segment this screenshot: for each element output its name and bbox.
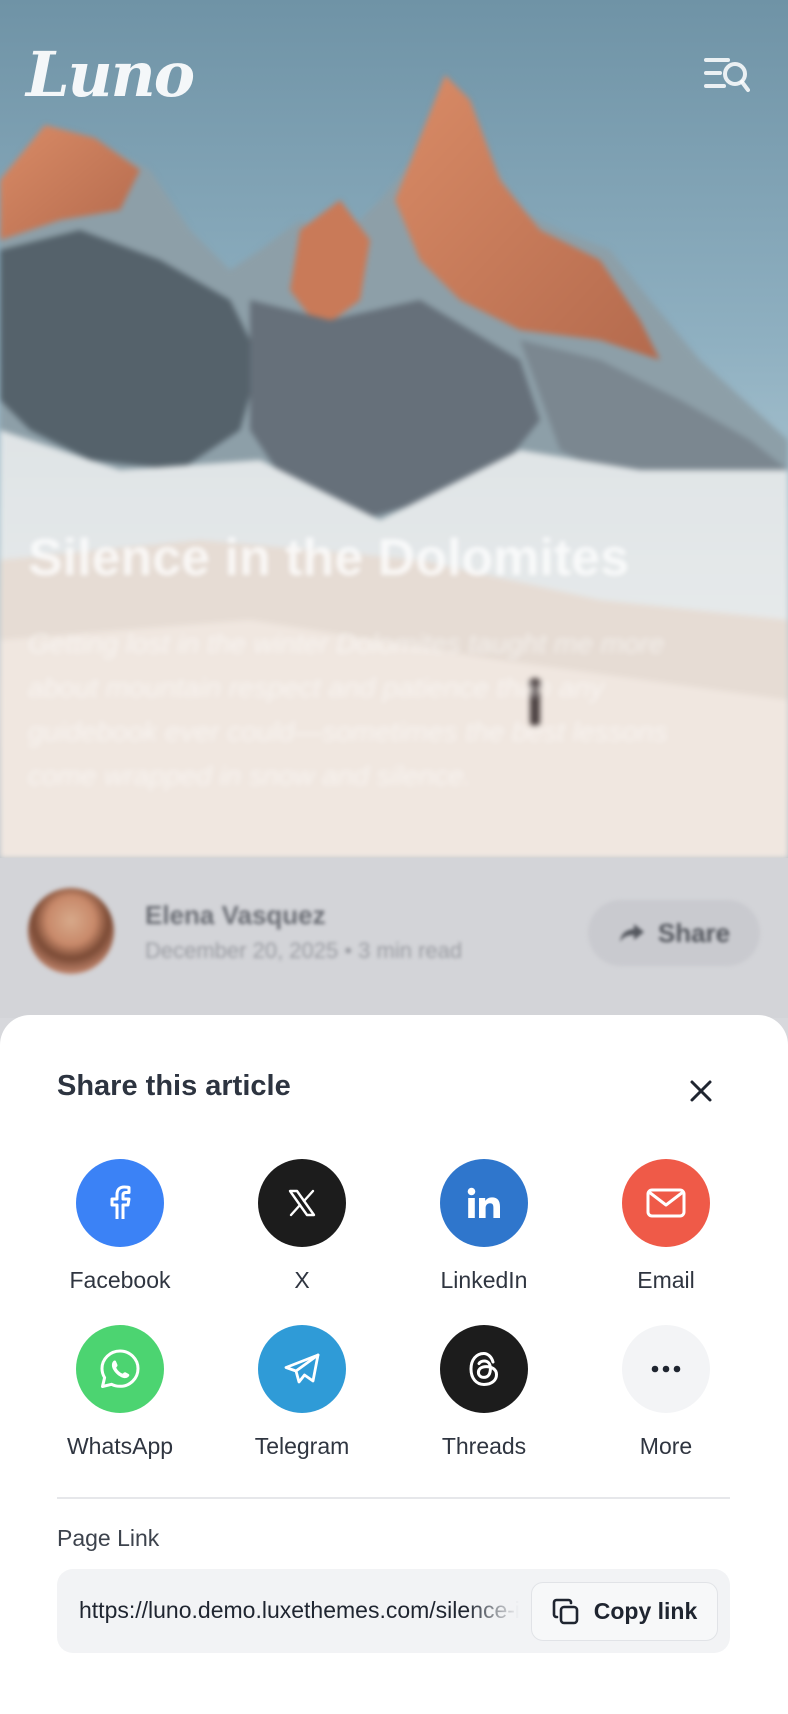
author-name: Elena Vasquez [145, 900, 326, 930]
more-icon [622, 1325, 710, 1413]
share-option-label: LinkedIn [440, 1267, 528, 1293]
share-option-facebook[interactable]: Facebook [40, 1159, 200, 1294]
share-option-email[interactable]: Email [586, 1159, 746, 1294]
facebook-icon [76, 1159, 164, 1247]
divider [57, 1497, 730, 1499]
close-button[interactable] [682, 1072, 720, 1110]
close-icon [690, 1080, 712, 1102]
page-link-label: Page Link [57, 1525, 160, 1551]
x-icon [258, 1159, 346, 1247]
hero-image: Luno Silence in the Dolomites Getting lo… [0, 0, 788, 858]
telegram-icon [258, 1325, 346, 1413]
share-option-label: Facebook [69, 1267, 171, 1293]
share-option-linkedin[interactable]: LinkedIn [404, 1159, 564, 1294]
article-meta: December 20, 2025 • 3 min read [145, 938, 463, 963]
whatsapp-icon [76, 1325, 164, 1413]
share-sheet-title: Share this article [57, 1070, 291, 1102]
avatar [28, 888, 114, 974]
menu-search-icon[interactable] [704, 56, 750, 96]
linkedin-icon [440, 1159, 528, 1247]
share-option-more[interactable]: More [586, 1325, 746, 1460]
copy-link-button[interactable]: Copy link [531, 1582, 718, 1641]
site-logo[interactable]: Luno [26, 38, 195, 111]
share-option-x[interactable]: X [222, 1159, 382, 1294]
threads-icon [440, 1325, 528, 1413]
share-option-label: Threads [441, 1433, 527, 1459]
share-option-threads[interactable]: Threads [404, 1325, 564, 1460]
share-option-label: More [639, 1433, 693, 1459]
share-arrow-icon [619, 924, 644, 942]
share-button-label: Share [657, 917, 731, 948]
article-title: Silence in the Dolomites [28, 529, 630, 587]
share-option-whatsapp[interactable]: WhatsApp [40, 1325, 200, 1460]
share-option-label: Email [637, 1267, 695, 1293]
mail-icon [622, 1159, 710, 1247]
share-button[interactable]: Share [588, 900, 760, 966]
article-excerpt: Getting lost in the winter Dolomites tau… [28, 628, 668, 791]
copy-link-label: Copy link [593, 1598, 698, 1624]
copy-icon [552, 1598, 579, 1624]
page-link-url[interactable]: https://luno.demo.luxethemes.com/silence… [79, 1597, 519, 1624]
share-option-telegram[interactable]: Telegram [222, 1325, 382, 1460]
share-option-label: Telegram [254, 1433, 350, 1459]
share-option-label: WhatsApp [66, 1433, 174, 1459]
share-option-label: X [294, 1267, 310, 1293]
